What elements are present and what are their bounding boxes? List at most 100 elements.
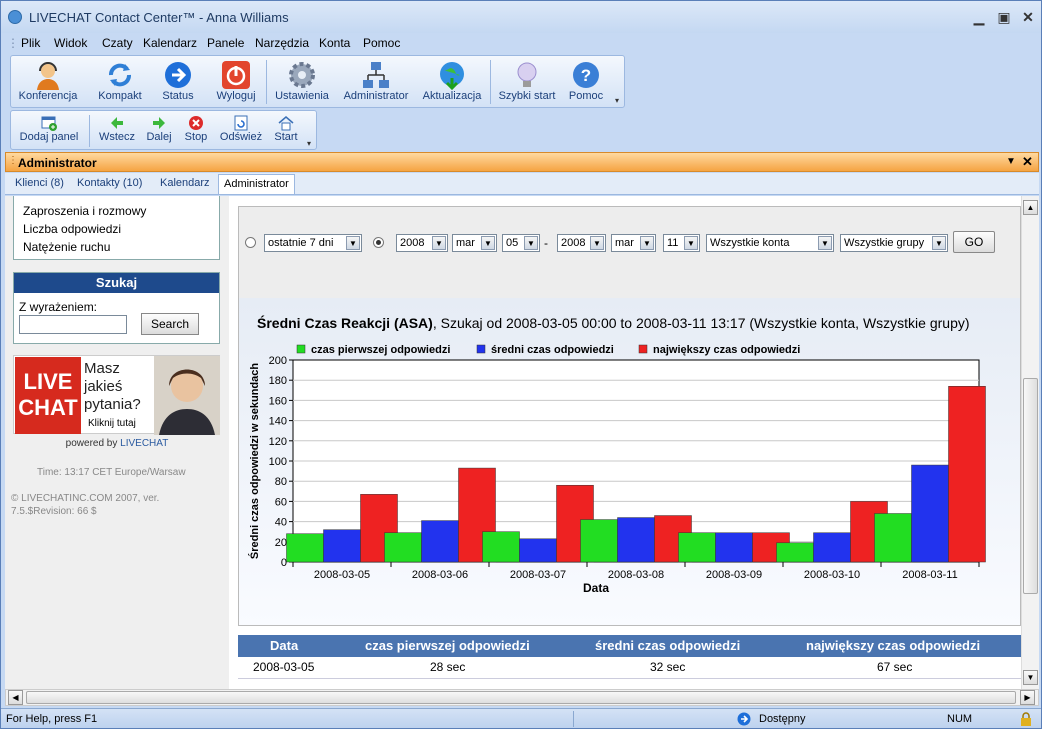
tab-administrator[interactable]: Administrator <box>218 174 295 194</box>
maximize-button[interactable]: ▣ <box>993 7 1015 27</box>
y-tick-label: 200 <box>269 355 287 367</box>
chevron-down-icon: ▼ <box>590 236 604 250</box>
tab-kontakty[interactable]: Kontakty (10) <box>77 177 142 189</box>
go-button[interactable]: GO <box>953 231 995 253</box>
wyloguj-button[interactable]: Wyloguj <box>211 60 261 102</box>
y-tick-label: 60 <box>275 496 287 508</box>
vertical-scroll-thumb[interactable] <box>1023 378 1038 594</box>
table-header: Data czas pierwszej odpowiedzi średni cz… <box>238 635 1021 657</box>
scroll-right-icon[interactable]: ▶ <box>1020 690 1035 705</box>
menu-grip: ⋮ <box>7 36 19 50</box>
menu-czaty[interactable]: Czaty <box>102 36 133 50</box>
tab-kalendarz[interactable]: Kalendarz <box>160 177 210 189</box>
dodaj-panel-button[interactable]: Dodaj panel <box>15 115 83 143</box>
minimize-button[interactable]: ▁ <box>968 7 990 27</box>
period-select[interactable]: ostatnie 7 dni ▼ <box>264 234 362 252</box>
wstecz-label: Wstecz <box>98 131 136 143</box>
panel-close-icon[interactable]: ✕ <box>1022 154 1033 170</box>
chevron-down-icon: ▼ <box>432 236 446 250</box>
pomoc-button[interactable]: ? Pomoc <box>563 60 609 102</box>
szybki-start-button[interactable]: Szybki start <box>495 60 559 102</box>
x-tick-label: 2008-03-05 <box>314 569 370 581</box>
y-tick-label: 120 <box>269 436 287 448</box>
cell-avg: 32 sec <box>650 660 686 674</box>
chevron-down-icon: ▼ <box>818 236 832 250</box>
range-radio[interactable] <box>373 237 384 248</box>
panel-title: Administrator <box>18 156 97 170</box>
menu-kalendarz[interactable]: Kalendarz <box>143 36 197 50</box>
link-zaproszenia[interactable]: Zaproszenia i rozmowy <box>23 204 146 218</box>
status-button[interactable]: Status <box>153 60 203 102</box>
aktualizacja-button[interactable]: Aktualizacja <box>419 60 485 102</box>
menu-narzedzia[interactable]: Narzędzia <box>255 36 309 50</box>
kompakt-label: Kompakt <box>98 90 142 102</box>
kompakt-button[interactable]: Kompakt <box>91 60 149 102</box>
svg-text:?: ? <box>581 66 591 85</box>
menu-konta[interactable]: Konta <box>319 36 350 50</box>
period-radio[interactable] <box>245 237 256 248</box>
search-input[interactable] <box>19 315 127 334</box>
scroll-left-icon[interactable]: ◀ <box>8 690 23 705</box>
y-tick-label: 160 <box>269 395 287 407</box>
menu-pomoc[interactable]: Pomoc <box>363 36 400 50</box>
bar <box>948 386 986 563</box>
groups-select[interactable]: Wszystkie grupy ▼ <box>840 234 948 252</box>
y-tick-label: 0 <box>281 557 287 569</box>
from-day-select[interactable]: 05 ▼ <box>502 234 540 252</box>
horizontal-scrollbar[interactable]: ◀ ▶ <box>5 689 1039 706</box>
ustawienia-button[interactable]: Ustawienia <box>271 60 333 102</box>
to-day-select[interactable]: 11 ▼ <box>663 234 700 252</box>
menu-plik[interactable]: Plik <box>21 36 40 50</box>
konferencja-button[interactable]: Konferencja <box>15 60 81 102</box>
add-panel-icon <box>41 116 57 131</box>
agent-headset-icon <box>37 62 59 90</box>
odswiez-button[interactable]: Odśwież <box>217 115 265 143</box>
dalej-button[interactable]: Dalej <box>141 115 177 143</box>
start-button[interactable]: Start <box>269 115 303 143</box>
link-liczba-odpowiedzi[interactable]: Liczba odpowiedzi <box>23 222 121 236</box>
from-month-select[interactable]: mar ▼ <box>452 234 497 252</box>
panel-dropdown-chevron-icon[interactable]: ▼ <box>1006 156 1016 167</box>
wstecz-button[interactable]: Wstecz <box>95 115 139 143</box>
ustawienia-label: Ustawienia <box>275 90 329 102</box>
copyright: © LIVECHATINC.COM 2007, ver. <box>11 493 160 504</box>
bar <box>911 464 949 563</box>
accounts-select[interactable]: Wszystkie konta ▼ <box>706 234 834 252</box>
vertical-scrollbar[interactable]: ▲ ▼ <box>1021 196 1039 689</box>
search-label: Z wyrażeniem: <box>19 300 98 314</box>
lightbulb-icon <box>517 62 537 87</box>
x-tick-label: 2008-03-06 <box>412 569 468 581</box>
close-button[interactable]: ✕ <box>1017 7 1039 27</box>
menu-bar: ⋮ Plik Widok Czaty Kalendarz Panele Narz… <box>1 33 1041 54</box>
ad-link[interactable]: Kliknij tutaj <box>88 418 136 429</box>
link-natezenie-ruchu[interactable]: Natężenie ruchu <box>23 240 110 254</box>
y-tick-label: 40 <box>275 517 287 529</box>
y-tick-label: 80 <box>275 476 287 488</box>
left-sidebar: Zaproszenia i rozmowy Liczba odpowiedzi … <box>5 196 229 689</box>
to-year-select[interactable]: 2008 ▼ <box>557 234 606 252</box>
scroll-up-icon[interactable]: ▲ <box>1023 200 1038 215</box>
presence-status[interactable]: Dostępny <box>759 713 805 725</box>
livechat-ad[interactable]: LIVE CHAT Masz jakieś pytania? Kliknij tuta… <box>13 355 220 435</box>
from-year-select[interactable]: 2008 ▼ <box>396 234 448 252</box>
col-sredni-czas: średni czas odpowiedzi <box>595 638 741 653</box>
y-tick-label: 100 <box>269 456 287 468</box>
toolbar-overflow-chevron-icon[interactable]: ▾ <box>615 96 619 105</box>
col-czas-pierwszej: czas pierwszej odpowiedzi <box>365 638 530 653</box>
search-button[interactable]: Search <box>141 313 199 335</box>
num-lock-indicator: NUM <box>947 713 973 725</box>
chevron-down-icon: ▼ <box>684 236 698 250</box>
menu-panele[interactable]: Panele <box>207 36 244 50</box>
search-title: Szukaj <box>14 273 219 293</box>
bar <box>384 532 422 563</box>
tab-klienci[interactable]: Klienci (8) <box>15 177 64 189</box>
help-icon: ? <box>573 62 599 88</box>
scroll-down-icon[interactable]: ▼ <box>1023 670 1038 685</box>
horizontal-scroll-thumb[interactable] <box>26 691 1016 704</box>
menu-widok[interactable]: Widok <box>54 36 87 50</box>
blue-arrow-icon <box>165 62 191 88</box>
stop-button[interactable]: Stop <box>179 115 213 143</box>
to-month-select[interactable]: mar ▼ <box>611 234 656 252</box>
toolbar-overflow-chevron-icon[interactable]: ▾ <box>307 139 311 148</box>
administrator-button[interactable]: Administrator <box>339 60 413 102</box>
